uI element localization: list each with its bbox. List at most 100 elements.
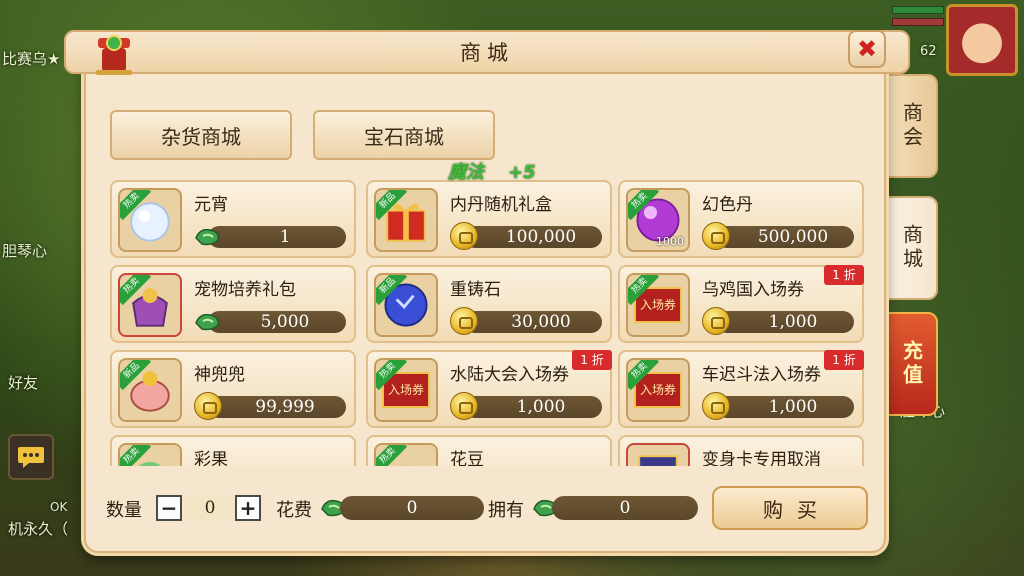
item-name: 花豆: [450, 450, 484, 466]
price-bar: 500,000: [716, 226, 854, 248]
item-price: 30,000: [511, 312, 571, 332]
price-bar: 1,000: [716, 311, 854, 333]
item-price: 5,000: [260, 312, 310, 332]
item-icon: 新品: [374, 188, 438, 252]
item-name: 幻色丹: [702, 195, 753, 215]
price-bar: 1,000: [716, 396, 854, 418]
item-name: 重铸石: [450, 280, 501, 300]
item-card[interactable]: 入场券 热卖 乌鸡国入场券 1,000 1 折: [618, 265, 864, 343]
price-bar: 99,999: [208, 396, 346, 418]
gold-coin-icon: [450, 222, 478, 250]
buff-label: 魔法: [448, 162, 484, 183]
chat-button[interactable]: [8, 434, 54, 480]
side-tab-mall[interactable]: 商城: [886, 196, 938, 300]
close-icon: ✖: [856, 35, 878, 63]
mp-bar: [892, 18, 944, 26]
cost-value: 0: [340, 496, 484, 520]
tab-gem-mall[interactable]: 宝石商城: [313, 110, 495, 160]
item-price: 1,000: [768, 312, 818, 332]
item-name: 车迟斗法入场券: [702, 365, 821, 385]
price-bar: 5,000: [208, 311, 346, 333]
minus-icon: −: [160, 496, 178, 520]
item-card[interactable]: 热卖 花豆: [366, 435, 612, 466]
item-grid[interactable]: 热卖 元宵 1 新品 内丹随机礼盒 100,000 热卖 1000 幻色丹 50…: [110, 178, 870, 466]
buy-button-label: 购买: [763, 497, 831, 522]
side-tab-label: 充值: [899, 340, 924, 388]
item-card[interactable]: 变身卡专用取消: [618, 435, 864, 466]
player-name-label: 胆琴心: [2, 242, 48, 260]
item-name: 神兜兜: [194, 365, 245, 385]
green-coin-icon: [195, 228, 220, 246]
buff-value: +5: [508, 162, 536, 183]
item-card[interactable]: 入场券 热卖 车迟斗法入场券 1,000 1 折: [618, 350, 864, 428]
item-card[interactable]: 热卖 彩果: [110, 435, 356, 466]
discount-badge: 1 折: [824, 350, 864, 370]
item-card[interactable]: 入场券 热卖 水陆大会入场券 1,000 1 折: [366, 350, 612, 428]
item-icon: 热卖: [118, 443, 182, 466]
item-icon: 热卖: [118, 273, 182, 337]
item-name: 变身卡专用取消: [702, 450, 821, 466]
quantity-decrease-button[interactable]: −: [156, 495, 182, 521]
price-bar: 100,000: [464, 226, 602, 248]
title-bar: 商城: [64, 30, 910, 74]
item-price: 1,000: [516, 397, 566, 417]
price-bar: 1,000: [464, 396, 602, 418]
item-name: 元宵: [194, 195, 228, 215]
friend-tag: 好友: [8, 374, 39, 392]
tab-label: 宝石商城: [364, 124, 444, 149]
quantity-input[interactable]: 0: [185, 496, 235, 520]
side-tab-label: 商城: [899, 224, 924, 272]
buy-button[interactable]: 购买: [712, 486, 868, 530]
owned-value: 0: [552, 496, 698, 520]
level-label: 62: [920, 44, 937, 59]
cost-label: 花费: [276, 500, 312, 521]
item-card[interactable]: 热卖 宠物培养礼包 5,000: [110, 265, 356, 343]
tab-label: 杂货商城: [161, 124, 241, 149]
player-avatar[interactable]: [946, 4, 1018, 76]
gold-coin-icon: [194, 392, 222, 420]
quantity-increase-button[interactable]: +: [235, 495, 261, 521]
gold-coin-icon: [450, 307, 478, 335]
item-card[interactable]: 新品 内丹随机礼盒 100,000: [366, 180, 612, 258]
item-card[interactable]: 热卖 元宵 1: [110, 180, 356, 258]
owned-label: 拥有: [488, 500, 524, 521]
item-name: 彩果: [194, 450, 228, 466]
discount-badge: 1 折: [824, 265, 864, 285]
item-name: 乌鸡国入场券: [702, 280, 804, 300]
green-coin-icon: [195, 313, 220, 331]
magic-buff-popup: 魔法 +5: [448, 158, 536, 184]
item-icon: 入场券 热卖: [626, 273, 690, 337]
discount-badge: 1 折: [572, 350, 612, 370]
item-name: 内丹随机礼盒: [450, 195, 552, 215]
item-name: 水陆大会入场券: [450, 365, 569, 385]
item-icon: 热卖: [118, 188, 182, 252]
item-price: 100,000: [505, 227, 577, 247]
side-tab-recharge[interactable]: 充值: [886, 312, 938, 416]
chat-bubble-icon: [18, 447, 44, 468]
item-name: 宠物培养礼包: [194, 280, 296, 300]
gold-coin-icon: [702, 222, 730, 250]
side-tab-label: 商会: [899, 102, 924, 150]
item-icon: 入场券 热卖: [626, 358, 690, 422]
chat-ok-label: OK: [50, 500, 68, 514]
item-card[interactable]: 热卖 1000 幻色丹 500,000: [618, 180, 864, 258]
quantity-label: 数量: [106, 500, 142, 521]
item-card[interactable]: 新品 重铸石 30,000: [366, 265, 612, 343]
transform-card-icon: [638, 455, 678, 466]
player-name-label: 比赛乌★: [2, 50, 61, 68]
side-tab-merchant[interactable]: 商会: [886, 74, 938, 178]
lantern-icon: [96, 35, 132, 75]
item-price: 99,999: [255, 397, 315, 417]
chat-name-label: 机永久（: [8, 520, 69, 538]
item-price: 500,000: [757, 227, 829, 247]
item-card[interactable]: 新品 神兜兜 99,999: [110, 350, 356, 428]
item-icon: [626, 443, 690, 466]
gold-coin-icon: [450, 392, 478, 420]
close-button[interactable]: ✖: [848, 30, 886, 68]
item-icon: 入场券 热卖: [374, 358, 438, 422]
hp-bar: [892, 6, 944, 14]
item-stack-count: 1000: [656, 235, 684, 248]
tab-sundry-mall[interactable]: 杂货商城: [110, 110, 292, 160]
price-bar: 30,000: [464, 311, 602, 333]
gold-coin-icon: [702, 307, 730, 335]
